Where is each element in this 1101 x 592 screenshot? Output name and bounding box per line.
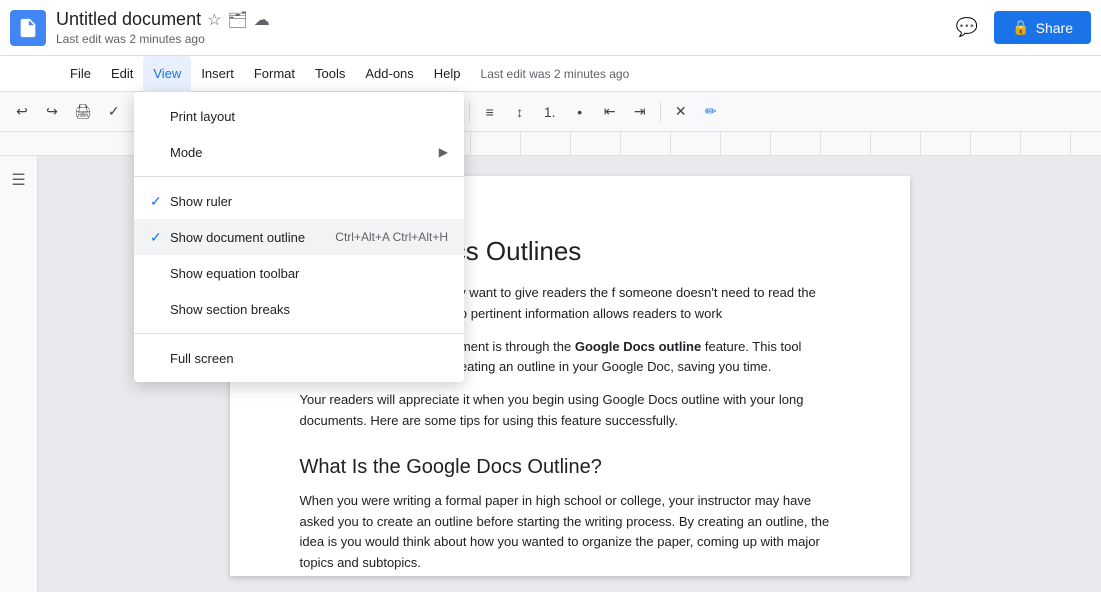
show-equation-label: Show equation toolbar [170, 266, 448, 281]
menu-tools[interactable]: Tools [305, 56, 355, 92]
cloud-icon[interactable]: ☁ [254, 10, 270, 30]
redo-button[interactable]: ↪ [38, 98, 66, 126]
menu-view[interactable]: View [143, 56, 191, 92]
top-actions: 💬 🔒 Share [950, 11, 1091, 44]
indent-increase-button[interactable]: ⇥ [626, 98, 654, 126]
show-ruler-label: Show ruler [170, 194, 448, 209]
view-menu-dropdown: ✓ Print layout ✓ Mode ▶ ✓ Show ruler ✓ S… [134, 92, 464, 382]
doc-title: Untitled document [56, 9, 201, 30]
doc-title-row: Untitled document ☆ 🗂 ☁ [56, 9, 950, 30]
separator-1 [134, 176, 464, 177]
comment-button[interactable]: 💬 [950, 11, 984, 44]
menu-bar: File Edit View Insert Format Tools Add-o… [0, 56, 1101, 92]
numbered-list-button[interactable]: 1. [536, 98, 564, 126]
lock-icon: 🔒 [1012, 19, 1029, 36]
spell-check-button[interactable]: ✓ [100, 98, 128, 126]
show-outline-check: ✓ [150, 229, 170, 246]
menu-addons[interactable]: Add-ons [355, 56, 423, 92]
toolbar-divider-4 [469, 102, 470, 122]
menu-item-print-layout[interactable]: ✓ Print layout [134, 98, 464, 134]
menu-item-show-document-outline[interactable]: ✓ Show document outline Ctrl+Alt+A Ctrl+… [134, 219, 464, 255]
show-section-label: Show section breaks [170, 302, 448, 317]
print-layout-label: Print layout [170, 109, 448, 124]
show-outline-label: Show document outline [170, 230, 315, 245]
menu-edit[interactable]: Edit [101, 56, 143, 92]
indent-decrease-button[interactable]: ⇤ [596, 98, 624, 126]
print-button[interactable]: 🖨 [68, 98, 98, 126]
undo-button[interactable]: ↩ [8, 98, 36, 126]
star-icon[interactable]: ☆ [207, 10, 221, 30]
outline-icon[interactable]: ☰ [5, 166, 33, 194]
menu-item-show-ruler[interactable]: ✓ Show ruler [134, 183, 464, 219]
share-label: Share [1036, 20, 1073, 36]
mode-label: Mode [170, 145, 439, 160]
menu-format[interactable]: Format [244, 56, 305, 92]
separator-2 [134, 333, 464, 334]
show-outline-shortcut: Ctrl+Alt+A Ctrl+Alt+H [335, 230, 448, 244]
align-button[interactable]: ≡ [476, 98, 504, 126]
share-button[interactable]: 🔒 Share [994, 11, 1091, 44]
menu-item-show-equation-toolbar[interactable]: ✓ Show equation toolbar [134, 255, 464, 291]
doc-heading-2: What Is the Google Docs Outline? [300, 456, 840, 479]
menu-help[interactable]: Help [424, 56, 471, 92]
doc-info: Untitled document ☆ 🗂 ☁ Last edit was 2 … [56, 9, 950, 46]
show-ruler-check: ✓ [150, 193, 170, 210]
full-screen-label: Full screen [170, 351, 448, 366]
top-bar: Untitled document ☆ 🗂 ☁ Last edit was 2 … [0, 0, 1101, 56]
bullet-list-button[interactable]: • [566, 98, 594, 126]
menu-item-full-screen[interactable]: ✓ Full screen [134, 340, 464, 376]
clear-format-button[interactable]: ✕ [667, 98, 695, 126]
doc-para-4: When you were writing a formal paper in … [300, 491, 840, 574]
app-icon[interactable] [10, 10, 46, 46]
menu-file[interactable]: File [60, 56, 101, 92]
last-edit: Last edit was 2 minutes ago [56, 32, 950, 46]
doc-para-2-bold: Google Docs outline [575, 339, 701, 354]
menu-item-show-section-breaks[interactable]: ✓ Show section breaks [134, 291, 464, 327]
last-edit-menubar: Last edit was 2 minutes ago [481, 67, 630, 81]
edit-mode-button[interactable]: ✏ [697, 98, 725, 126]
sidebar-panel: ☰ [0, 156, 38, 592]
menu-item-mode[interactable]: ✓ Mode ▶ [134, 134, 464, 170]
toolbar-divider-5 [660, 102, 661, 122]
line-spacing-button[interactable]: ↕ [506, 98, 534, 126]
doc-para-3: Your readers will appreciate it when you… [300, 390, 840, 432]
folder-icon[interactable]: 🗂 [227, 10, 247, 30]
docs-app-icon [17, 17, 39, 39]
mode-submenu-arrow: ▶ [439, 145, 448, 159]
menu-insert[interactable]: Insert [191, 56, 244, 92]
